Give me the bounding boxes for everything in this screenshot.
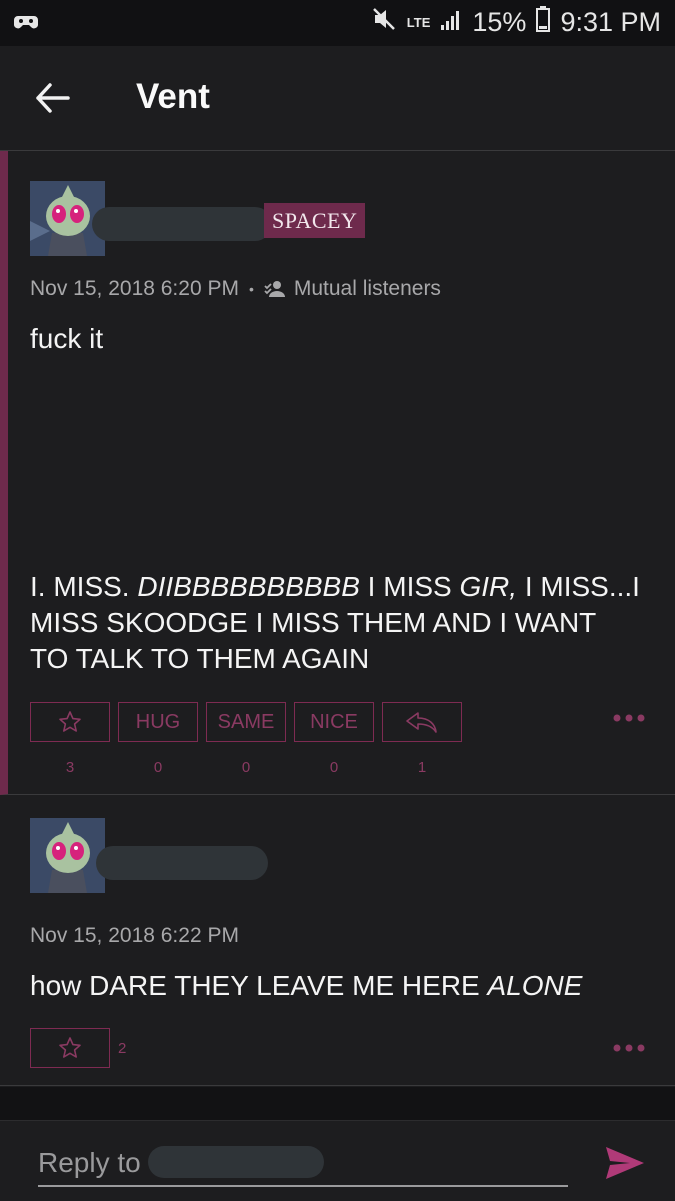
post-meta: Nov 15, 2018 6:20 PM • Mutual listeners xyxy=(30,277,441,301)
post-line-2: MISS SKOODGE I MISS THEM AND I WANT xyxy=(30,607,597,638)
comment: Nov 15, 2018 6:22 PM how DARE THEY LEAVE… xyxy=(0,796,675,1086)
battery-icon xyxy=(536,6,551,39)
redacted-username xyxy=(96,846,268,880)
nice-count: 0 xyxy=(329,759,339,776)
hug-reaction-button[interactable]: HUG xyxy=(118,702,198,742)
game-controller-icon xyxy=(13,12,39,37)
comment-text: how DARE THEY LEAVE ME HERE ALONE xyxy=(30,968,582,1004)
send-icon[interactable] xyxy=(602,1143,648,1183)
clock: 9:31 PM xyxy=(560,7,661,37)
nice-reaction-button[interactable]: NICE xyxy=(294,702,374,742)
star-count: 2 xyxy=(118,1040,127,1057)
more-options-icon[interactable] xyxy=(612,1041,646,1060)
post-line-1: I. MISS. DIIBBBBBBBBBB I MISS GIR, I MIS… xyxy=(30,569,650,605)
comment-text-a: how DARE THEY LEAVE ME HERE xyxy=(30,970,488,1001)
meta-separator: • xyxy=(248,281,254,297)
mute-icon xyxy=(371,6,397,39)
reply-bar: Reply to xyxy=(0,1120,675,1201)
post-text-body: I. MISS. DIIBBBBBBBBBB I MISS GIR, I MIS… xyxy=(30,569,650,677)
redacted-recipient xyxy=(148,1146,324,1178)
vent-post: SPACEY Nov 15, 2018 6:20 PM • Mutual lis… xyxy=(0,151,675,795)
post-timestamp: Nov 15, 2018 6:20 PM xyxy=(30,277,239,300)
post-line-1-a: I. MISS. xyxy=(30,571,138,602)
comment-text-b: ALONE xyxy=(487,970,583,1001)
post-text-first-line: fuck it xyxy=(30,323,104,354)
more-options-icon[interactable] xyxy=(612,711,646,730)
reply-input[interactable]: Reply to xyxy=(38,1143,568,1187)
post-line-1-b: DIIBBBBBBBBBB xyxy=(137,571,360,602)
status-bar: LTE 15% 9:31 PM xyxy=(0,0,675,46)
star-icon xyxy=(58,710,82,734)
signal-icon xyxy=(440,7,462,38)
reply-arrow-icon xyxy=(404,710,440,734)
back-arrow-icon[interactable] xyxy=(30,78,76,118)
audience-label: Mutual listeners xyxy=(293,277,441,300)
hug-count: 0 xyxy=(153,759,163,776)
battery-percent: 15% xyxy=(472,7,527,37)
avatar[interactable] xyxy=(30,818,105,893)
network-type: LTE xyxy=(406,14,431,30)
comment-timestamp: Nov 15, 2018 6:22 PM xyxy=(30,924,239,947)
reply-reaction-button[interactable] xyxy=(382,702,462,742)
reply-placeholder: Reply to xyxy=(38,1147,141,1178)
post-line-3: TO TALK TO THEM AGAIN xyxy=(30,643,370,674)
app-bar: Vent xyxy=(0,46,675,151)
same-count: 0 xyxy=(241,759,251,776)
post-line-1-e: I MISS...I xyxy=(517,571,640,602)
star-reaction-button[interactable] xyxy=(30,1028,110,1068)
star-count: 3 xyxy=(65,759,75,776)
section-divider xyxy=(0,1087,675,1120)
post-line-1-d: GIR, xyxy=(459,571,518,602)
mutual-listeners-icon xyxy=(264,279,286,299)
star-reaction-button[interactable] xyxy=(30,702,110,742)
star-icon xyxy=(58,1036,82,1060)
page-title: Vent xyxy=(136,77,210,116)
same-reaction-button[interactable]: SAME xyxy=(206,702,286,742)
reply-count: 1 xyxy=(417,759,427,776)
post-line-1-c: I MISS xyxy=(359,571,460,602)
redacted-username xyxy=(92,207,272,241)
user-badge: SPACEY xyxy=(264,203,366,238)
